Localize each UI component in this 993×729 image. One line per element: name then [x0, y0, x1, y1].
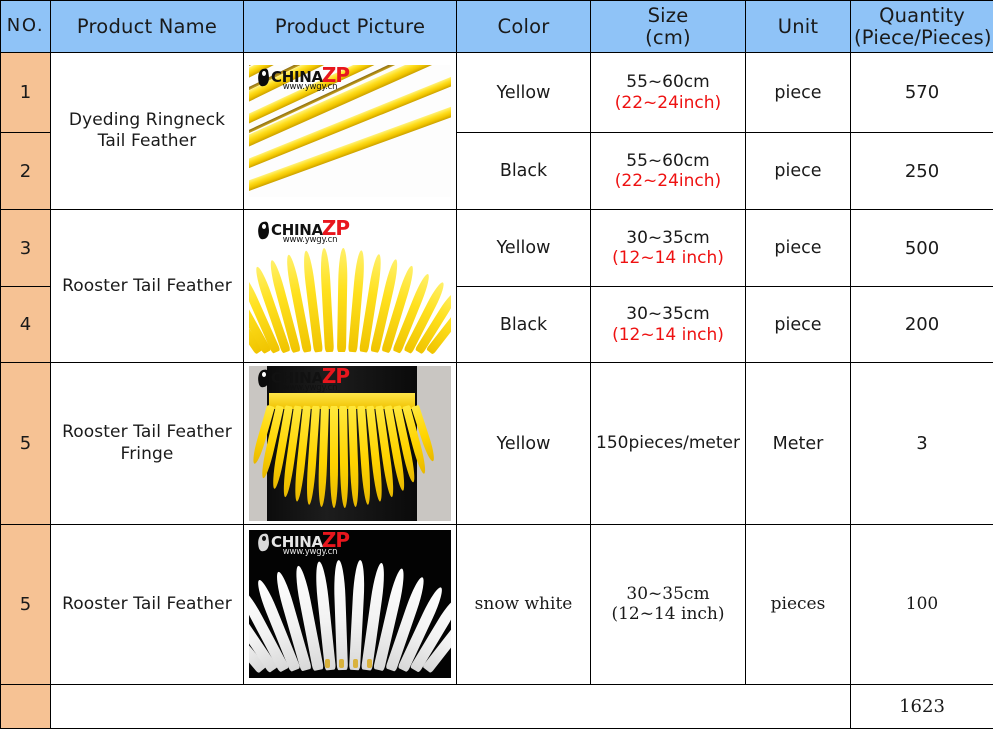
cell-no: 3 [0, 209, 51, 288]
column-header-size-line1: Size [647, 3, 689, 27]
header-row: NO. Product Name Product Picture Color S… [0, 0, 993, 53]
cell-product-picture: CHINA ZP www.ywgy.cn [243, 362, 457, 525]
cell-size: 30~35cm (12~14 inch) [590, 523, 746, 685]
cell-color: Yellow [456, 51, 591, 134]
table-row: 3 Rooster Tail Feather CHINA ZP www.ywgy… [0, 209, 993, 364]
bird-icon [257, 221, 270, 240]
feather-bundle-group [249, 240, 451, 355]
product-table-page: NO. Product Name Product Picture Color S… [0, 0, 993, 729]
column-header-product-picture: Product Picture [243, 0, 457, 53]
cell-product-picture: CHINA ZP www.ywgy.cn [243, 209, 457, 364]
size-cm-text: 30~35cm [626, 227, 710, 248]
cell-unit: piece [745, 286, 851, 364]
cell-unit: piece [745, 209, 851, 288]
cell-no: 5 [0, 523, 51, 685]
cell-quantity: 100 [850, 523, 993, 685]
cell-quantity: 250 [850, 132, 993, 211]
cell-product-name: Rooster Tail Feather [50, 209, 244, 364]
product-table: NO. Product Name Product Picture Color S… [0, 0, 993, 729]
table-row: 1 Dyeding Ringneck Tail Feather CHINA ZP… [0, 51, 993, 211]
cell-color: Yellow [456, 362, 591, 525]
white-feather-group [249, 550, 451, 674]
size-inch-text: (12~14 inch) [612, 324, 724, 345]
size-cm-text: 55~60cm [626, 150, 710, 171]
cell-product-picture: CHINA ZP www.ywgy.cn [243, 523, 457, 685]
cell-unit: piece [745, 51, 851, 134]
cell-unit: Meter [745, 362, 851, 525]
cell-size: 150pieces/meter [590, 362, 746, 525]
watermark-brand-text: CHINA [271, 533, 323, 552]
cell-product-name: Rooster Tail Feather Fringe [50, 362, 244, 525]
size-inch-text: (12~14 inch) [612, 248, 724, 269]
column-header-quantity-line1: Quantity [879, 3, 965, 27]
size-inch-text: (12~14 inch) [611, 604, 725, 625]
cell-product-name: Rooster Tail Feather [50, 523, 244, 685]
product-photo-yellow-ringneck-strands: CHINA ZP www.ywgy.cn [249, 65, 451, 198]
feather-strand-group [249, 65, 451, 198]
watermark-zp-text: ZP [321, 530, 350, 553]
table-total-row: 1623 [0, 683, 993, 729]
column-header-color: Color [456, 0, 591, 53]
cell-color: Yellow [456, 209, 591, 288]
size-cm-text: 30~35cm [626, 304, 710, 325]
column-header-unit: Unit [745, 0, 851, 53]
product-photo-white-rooster-fan: CHINA ZP www.ywgy.cn [249, 530, 451, 679]
feather-fringe-group [250, 404, 437, 511]
cell-size: 55~60cm (22~24inch) [590, 51, 746, 134]
size-cm-text: 30~35cm [626, 583, 710, 604]
cell-color: snow white [456, 523, 591, 685]
cell-total-no [0, 683, 51, 729]
cell-product-name: Dyeding Ringneck Tail Feather [50, 51, 244, 211]
product-photo-yellow-fringe-skirt: CHINA ZP www.ywgy.cn [249, 366, 451, 522]
column-header-quantity: Quantity (Piece/Pieces) [850, 0, 993, 53]
watermark-zp-text: ZP [321, 218, 350, 241]
cell-color: Black [456, 132, 591, 211]
cell-unit: piece [745, 132, 851, 211]
cell-product-picture: CHINA ZP www.ywgy.cn [243, 51, 457, 211]
cell-size: 30~35cm (12~14 inch) [590, 286, 746, 364]
column-header-size: Size (cm) [590, 0, 746, 53]
cell-total-quantity: 1623 [850, 683, 993, 729]
table-row: 5 Rooster Tail Feather Fringe CHINA ZP w… [0, 362, 993, 525]
column-header-product-name: Product Name [50, 0, 244, 53]
cell-quantity: 500 [850, 209, 993, 288]
table-header: NO. Product Name Product Picture Color S… [0, 0, 993, 53]
cell-no: 4 [0, 286, 51, 364]
size-cm-text: 55~60cm [626, 72, 710, 93]
cell-unit: pieces [745, 523, 851, 685]
product-photo-yellow-rooster-bundle: CHINA ZP www.ywgy.cn [249, 218, 451, 355]
column-header-quantity-line2: (Piece/Pieces) [854, 25, 992, 49]
cell-quantity: 570 [850, 51, 993, 134]
table-row: 5 Rooster Tail Feather CHINA ZP www.ywgy… [0, 523, 993, 685]
cell-no: 2 [0, 132, 51, 211]
size-cm-text: 150pieces/meter [596, 433, 740, 454]
cell-no: 5 [0, 362, 51, 525]
size-inch-text: (22~24inch) [614, 171, 722, 192]
column-header-size-line2: (cm) [645, 25, 691, 49]
watermark-brand-text: CHINA [271, 221, 323, 240]
cell-total-blank [50, 683, 851, 729]
table-body: 1 Dyeding Ringneck Tail Feather CHINA ZP… [0, 51, 993, 729]
cell-quantity: 200 [850, 286, 993, 364]
cell-size: 55~60cm (22~24inch) [590, 132, 746, 211]
cell-no: 1 [0, 51, 51, 134]
column-header-no: NO. [0, 0, 51, 53]
cell-color: Black [456, 286, 591, 364]
cell-quantity: 3 [850, 362, 993, 525]
cell-size: 30~35cm (12~14 inch) [590, 209, 746, 288]
size-inch-text: (22~24inch) [614, 92, 722, 113]
